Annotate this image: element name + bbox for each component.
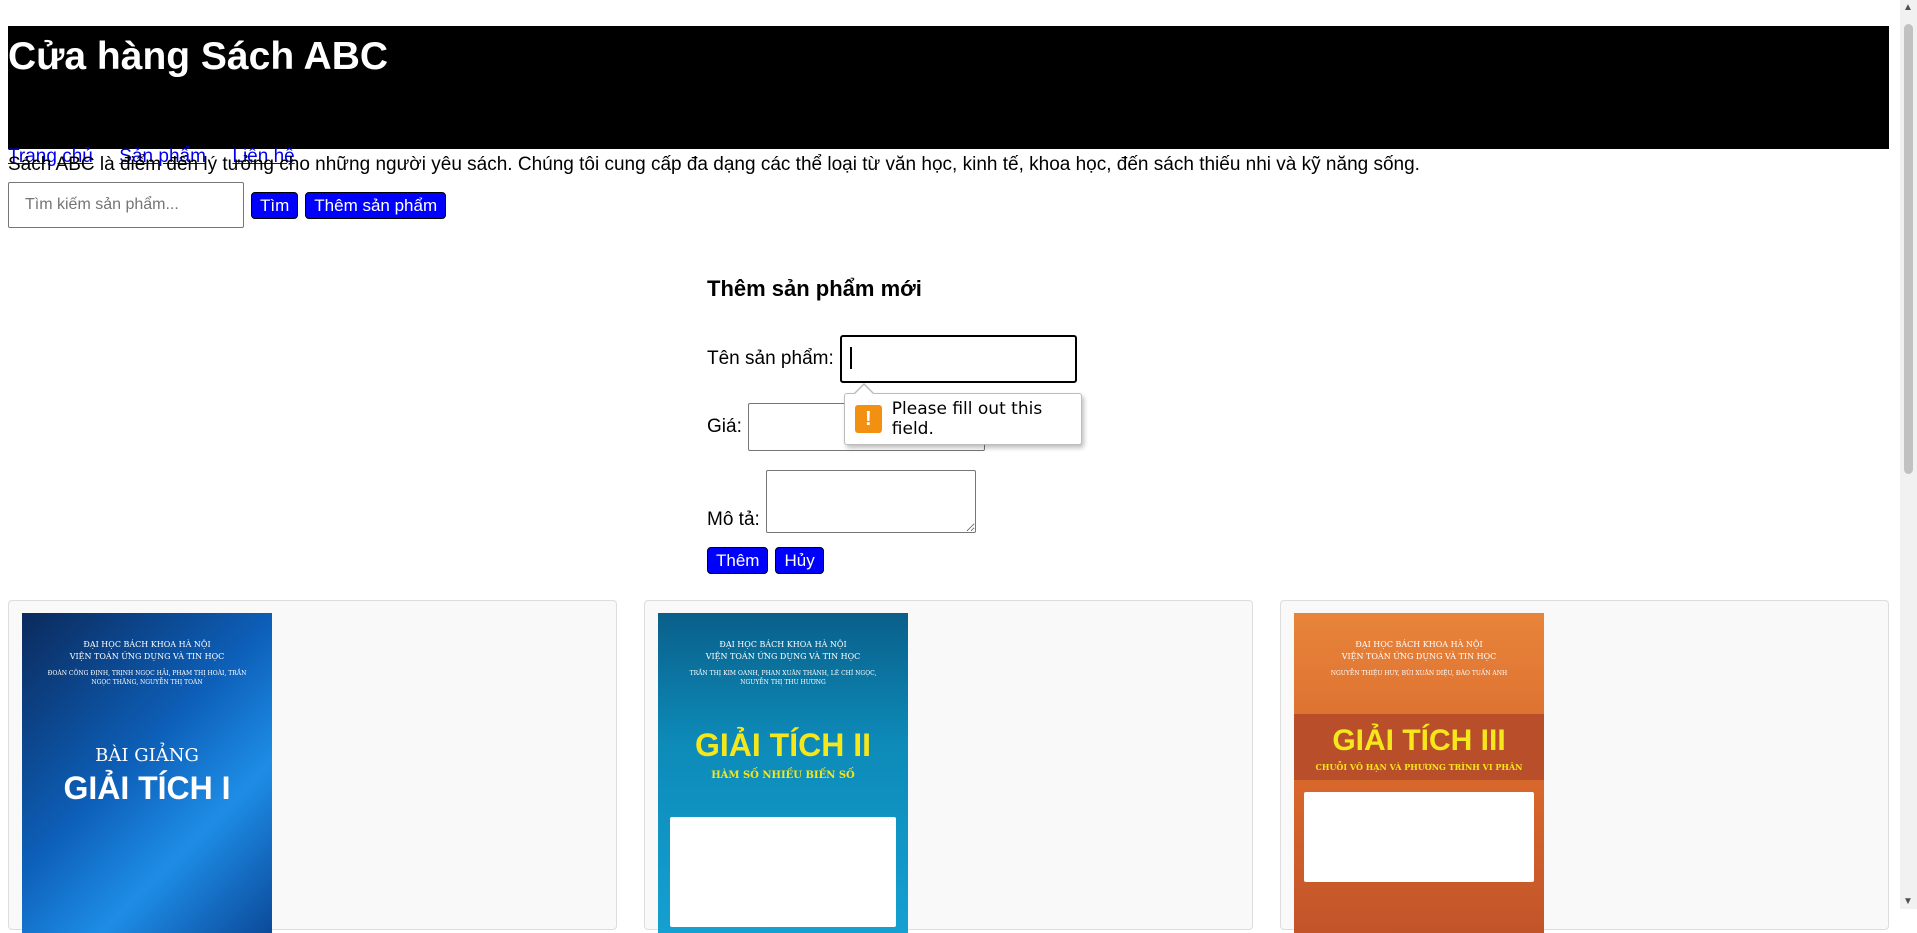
- search-input[interactable]: [8, 182, 244, 228]
- warning-icon: !: [855, 405, 882, 433]
- text-caret: [849, 347, 852, 369]
- cover-institution: ĐẠI HỌC BÁCH KHOA HÀ NỘI VIỆN TOÁN ỨNG D…: [1341, 640, 1497, 661]
- cover-subtitle: BÀI GIẢNG: [95, 745, 199, 766]
- cover-title: GIẢI TÍCH III: [1332, 724, 1506, 757]
- cover-figure: [1304, 792, 1534, 882]
- cover-title-band: GIẢI TÍCH III CHUỖI VÔ HẠN VÀ PHƯƠNG TRÌ…: [1294, 714, 1544, 780]
- cover-authors: TRẦN THỊ KIM OANH, PHAN XUÂN THÀNH, LÊ C…: [689, 670, 877, 686]
- form-actions: Thêm Hủy: [707, 547, 824, 574]
- validation-tooltip: ! Please fill out this field.: [844, 383, 1082, 445]
- price-label: Giá:: [707, 416, 742, 437]
- site-title: Cửa hàng Sách ABC: [8, 35, 389, 78]
- cover-title: GIẢI TÍCH II: [695, 727, 871, 763]
- search-button[interactable]: Tìm: [251, 191, 299, 219]
- cover-institution: ĐẠI HỌC BÁCH KHOA HÀ NỘI VIỆN TOÁN ỨNG D…: [705, 640, 861, 661]
- site-header: Cửa hàng Sách ABC Trang chủ Sản phẩm Liê…: [8, 26, 1889, 167]
- cover-subtitle: CHUỖI VÔ HẠN VÀ PHƯƠNG TRÌNH VI PHÂN: [1315, 762, 1523, 772]
- product-name-input[interactable]: [839, 335, 1077, 383]
- book-cover-image[interactable]: ĐẠI HỌC BÁCH KHOA HÀ NỘI VIỆN TOÁN ỨNG D…: [658, 613, 908, 933]
- description-row: Mô tả:: [707, 470, 976, 533]
- intro-text: Sách ABC là điểm đến lý tưởng cho những …: [8, 154, 1420, 175]
- cover-institution: ĐẠI HỌC BÁCH KHOA HÀ NỘI VIỆN TOÁN ỨNG D…: [69, 640, 225, 661]
- name-field-wrap: [834, 335, 1077, 383]
- add-product-button[interactable]: Thêm sản phẩm: [305, 191, 447, 219]
- cover-authors: NGUYỄN THIỆU HUY, BÙI XUÂN DIỆU, ĐÀO TUẤ…: [1330, 670, 1508, 677]
- cover-authors: ĐOÀN CÔNG ĐỊNH, TRỊNH NGỌC HẢI, PHẠM THỊ…: [47, 670, 247, 686]
- cover-figure: [670, 817, 896, 927]
- product-description-input[interactable]: [765, 470, 976, 533]
- scroll-up-arrow-icon[interactable]: ▲: [1903, 2, 1913, 13]
- name-row: Tên sản phẩm:: [707, 335, 1077, 383]
- form-title: Thêm sản phẩm mới: [707, 276, 922, 301]
- product-card[interactable]: ĐẠI HỌC BÁCH KHOA HÀ NỘI VIỆN TOÁN ỨNG D…: [644, 600, 1253, 933]
- cover-title: GIẢI TÍCH I: [63, 770, 231, 806]
- validation-message: Please fill out this field.: [891, 399, 1043, 439]
- scroll-thumb[interactable]: [1904, 24, 1913, 474]
- product-card[interactable]: ĐẠI HỌC BÁCH KHOA HÀ NỘI VIỆN TOÁN ỨNG D…: [8, 600, 617, 933]
- product-card[interactable]: ĐẠI HỌC BÁCH KHOA HÀ NỘI VIỆN TOÁN ỨNG D…: [1280, 600, 1889, 933]
- search-bar: Tìm Thêm sản phẩm: [8, 180, 447, 230]
- book-cover-image[interactable]: ĐẠI HỌC BÁCH KHOA HÀ NỘI VIỆN TOÁN ỨNG D…: [22, 613, 272, 933]
- submit-add-button[interactable]: Thêm: [707, 547, 769, 574]
- book-cover-image[interactable]: ĐẠI HỌC BÁCH KHOA HÀ NỘI VIỆN TOÁN ỨNG D…: [1294, 613, 1544, 933]
- cover-subtitle: HÀM SỐ NHIỀU BIẾN SỐ: [711, 770, 855, 781]
- name-label: Tên sản phẩm:: [707, 348, 834, 369]
- scroll-down-arrow-icon[interactable]: ▼: [1903, 896, 1913, 907]
- description-label: Mô tả:: [707, 509, 760, 530]
- cancel-button[interactable]: Hủy: [775, 547, 824, 574]
- page-scrollbar[interactable]: ▲ ▼: [1900, 0, 1917, 909]
